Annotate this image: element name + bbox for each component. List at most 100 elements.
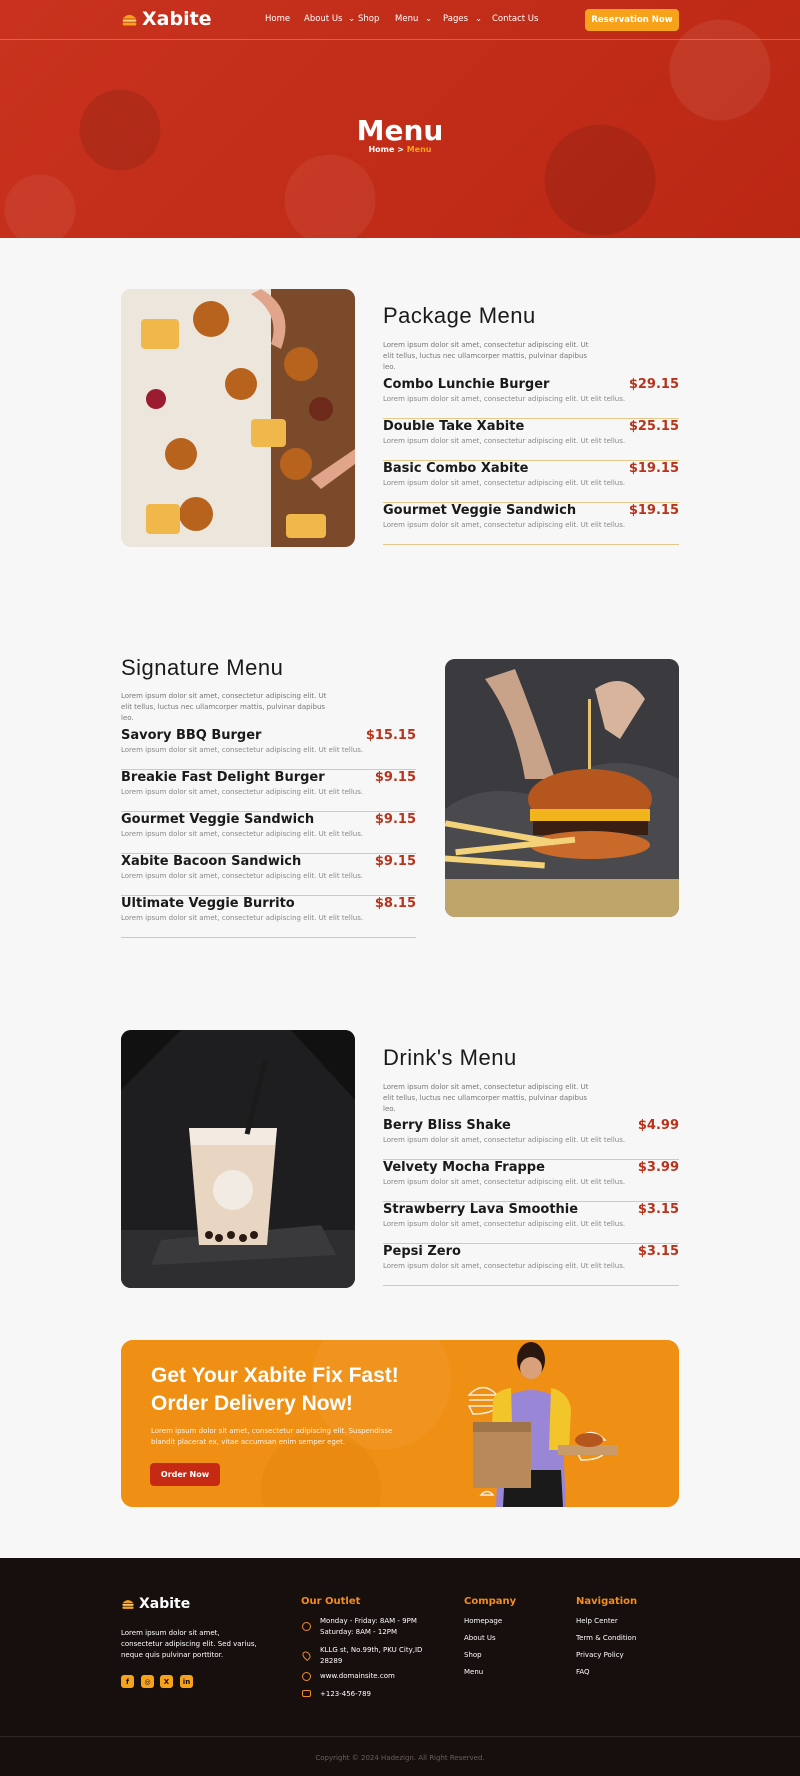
- reservation-button[interactable]: Reservation Now: [585, 9, 679, 31]
- menu-item[interactable]: Gourmet Veggie Sandwich $9.15 Lorem ipsu…: [121, 812, 416, 854]
- menu-item-price: $19.15: [628, 461, 679, 476]
- menu-item[interactable]: Pepsi Zero $3.15 Lorem ipsum dolor sit a…: [383, 1244, 679, 1286]
- delivery-banner: Get Your Xabite Fix Fast! Order Delivery…: [121, 1340, 679, 1507]
- nav-shop[interactable]: Shop: [358, 14, 395, 24]
- main-nav: Home About Us ⌄ Shop Menu ⌄ Pages ⌄ Cont…: [265, 14, 538, 24]
- menu-item-price: $15.15: [365, 728, 416, 743]
- menu-item[interactable]: Breakie Fast Delight Burger $9.15 Lorem …: [121, 770, 416, 812]
- menu-item-desc: Lorem ipsum dolor sit amet, consectetur …: [383, 479, 626, 487]
- hours-saturday: Saturday: 8AM - 12PM: [320, 1628, 398, 1636]
- chevron-down-icon: ⌄: [425, 14, 433, 24]
- nav-menu[interactable]: Menu: [395, 14, 425, 24]
- copyright: Copyright © 2024 Hadezign. All Right Res…: [315, 1754, 485, 1762]
- menu-item-desc: Lorem ipsum dolor sit amet, consectetur …: [383, 437, 626, 445]
- footer-link-terms[interactable]: Term & Condition: [576, 1634, 636, 1642]
- menu-item-price: $8.15: [374, 896, 416, 911]
- footer-brand-name: Xabite: [139, 1596, 191, 1612]
- outlet-heading: Our Outlet: [301, 1596, 361, 1607]
- menu-item-desc: Lorem ipsum dolor sit amet, consectetur …: [121, 746, 364, 754]
- signature-menu-intro: Lorem ipsum dolor sit amet, consectetur …: [121, 692, 327, 722]
- menu-item-name: Double Take Xabite: [383, 419, 525, 434]
- phone[interactable]: +123-456-789: [320, 1690, 371, 1698]
- menu-item-price: $25.15: [628, 419, 679, 434]
- globe-icon: [302, 1672, 311, 1681]
- menu-item[interactable]: Gourmet Veggie Sandwich $19.15 Lorem ips…: [383, 503, 679, 545]
- footer-link-faq[interactable]: FAQ: [576, 1668, 590, 1676]
- breadcrumb-separator: >: [394, 145, 407, 154]
- linkedin-icon[interactable]: in: [180, 1675, 193, 1688]
- footer-link-menu[interactable]: Menu: [464, 1668, 483, 1676]
- x-icon[interactable]: X: [160, 1675, 173, 1688]
- menu-item-name: Strawberry Lava Smoothie: [383, 1202, 579, 1217]
- menu-item[interactable]: Strawberry Lava Smoothie $3.15 Lorem ips…: [383, 1202, 679, 1244]
- company-heading: Company: [464, 1596, 517, 1607]
- menu-item-name: Savory BBQ Burger: [121, 728, 262, 743]
- breadcrumb-current: Menu: [406, 145, 432, 154]
- menu-item-price: $4.99: [637, 1118, 679, 1133]
- menu-item[interactable]: Savory BBQ Burger $15.15 Lorem ipsum dol…: [121, 728, 416, 770]
- burger-logo-icon: [122, 14, 137, 25]
- menu-item[interactable]: Basic Combo Xabite $19.15 Lorem ipsum do…: [383, 461, 679, 503]
- chevron-down-icon: ⌄: [475, 14, 483, 24]
- nav-contact[interactable]: Contact Us: [492, 14, 538, 24]
- menu-item-price: $9.15: [374, 854, 416, 869]
- breadcrumb-home[interactable]: Home: [368, 145, 394, 154]
- clock-icon: [302, 1622, 311, 1631]
- menu-item-name: Basic Combo Xabite: [383, 461, 529, 476]
- menu-item-desc: Lorem ipsum dolor sit amet, consectetur …: [383, 1220, 626, 1228]
- breadcrumb: Home > Menu: [0, 145, 800, 154]
- hours-weekday: Monday - Friday: 8AM - 9PM: [320, 1617, 417, 1625]
- banner-title-line1: Get Your Xabite Fix Fast!: [151, 1364, 399, 1387]
- nav-about[interactable]: About Us: [304, 14, 348, 24]
- menu-item-desc: Lorem ipsum dolor sit amet, consectetur …: [383, 1178, 626, 1186]
- menu-item-price: $9.15: [374, 770, 416, 785]
- nav-pages[interactable]: Pages: [443, 14, 475, 24]
- facebook-icon[interactable]: f: [121, 1675, 134, 1688]
- menu-item-desc: Lorem ipsum dolor sit amet, consectetur …: [383, 521, 626, 529]
- website[interactable]: www.domainsite.com: [320, 1672, 395, 1680]
- chevron-down-icon: ⌄: [348, 14, 356, 24]
- order-now-button[interactable]: Order Now: [150, 1463, 220, 1486]
- navigation-heading: Navigation: [576, 1596, 638, 1607]
- footer-link-about[interactable]: About Us: [464, 1634, 496, 1642]
- menu-item-name: Velvety Mocha Frappe: [383, 1160, 545, 1175]
- footer-link-help[interactable]: Help Center: [576, 1617, 618, 1625]
- banner-title-line2: Order Delivery Now!: [151, 1392, 353, 1415]
- menu-item[interactable]: Velvety Mocha Frappe $3.99 Lorem ipsum d…: [383, 1160, 679, 1202]
- brand-logo[interactable]: Xabite: [121, 8, 212, 30]
- drinks-menu-intro: Lorem ipsum dolor sit amet, consectetur …: [383, 1083, 589, 1113]
- nav-home[interactable]: Home: [265, 14, 304, 24]
- signature-menu-title: Signature Menu: [121, 655, 284, 680]
- footer-link-privacy[interactable]: Privacy Policy: [576, 1651, 624, 1659]
- menu-item-desc: Lorem ipsum dolor sit amet, consectetur …: [121, 788, 364, 796]
- package-menu-image: [121, 289, 355, 547]
- menu-item-price: $3.15: [637, 1202, 679, 1217]
- menu-item-desc: Lorem ipsum dolor sit amet, consectetur …: [121, 872, 364, 880]
- location-icon: [300, 1649, 313, 1662]
- menu-item-name: Xabite Bacoon Sandwich: [121, 854, 302, 869]
- footer-about: Lorem ipsum dolor sit amet, consectetur …: [121, 1629, 257, 1659]
- menu-item-name: Pepsi Zero: [383, 1244, 461, 1259]
- address: KLLG st, No.99th, PKU City,ID 28289: [320, 1646, 423, 1665]
- drinks-menu-title: Drink's Menu: [383, 1045, 517, 1070]
- page-title: Menu: [356, 114, 444, 147]
- instagram-icon[interactable]: ◎: [141, 1675, 154, 1688]
- package-menu-title: Package Menu: [383, 303, 536, 328]
- menu-item-desc: Lorem ipsum dolor sit amet, consectetur …: [383, 1262, 626, 1270]
- menu-item[interactable]: Double Take Xabite $25.15 Lorem ipsum do…: [383, 419, 679, 461]
- footer-link-shop[interactable]: Shop: [464, 1651, 482, 1659]
- menu-item[interactable]: Xabite Bacoon Sandwich $9.15 Lorem ipsum…: [121, 854, 416, 896]
- footer-link-homepage[interactable]: Homepage: [464, 1617, 502, 1625]
- package-menu-intro: Lorem ipsum dolor sit amet, consectetur …: [383, 341, 589, 371]
- menu-item[interactable]: Berry Bliss Shake $4.99 Lorem ipsum dolo…: [383, 1118, 679, 1160]
- banner-text: Lorem ipsum dolor sit amet, consectetur …: [151, 1427, 393, 1446]
- menu-item-price: $19.15: [628, 503, 679, 518]
- signature-menu-image: [445, 659, 679, 917]
- menu-item[interactable]: Ultimate Veggie Burrito $8.15 Lorem ipsu…: [121, 896, 416, 938]
- menu-item-price: $3.99: [637, 1160, 679, 1175]
- menu-item[interactable]: Combo Lunchie Burger $29.15 Lorem ipsum …: [383, 377, 679, 419]
- menu-item-desc: Lorem ipsum dolor sit amet, consectetur …: [383, 395, 626, 403]
- menu-item-desc: Lorem ipsum dolor sit amet, consectetur …: [383, 1136, 626, 1144]
- menu-item-price: $3.15: [637, 1244, 679, 1259]
- footer-logo[interactable]: Xabite: [121, 1596, 190, 1612]
